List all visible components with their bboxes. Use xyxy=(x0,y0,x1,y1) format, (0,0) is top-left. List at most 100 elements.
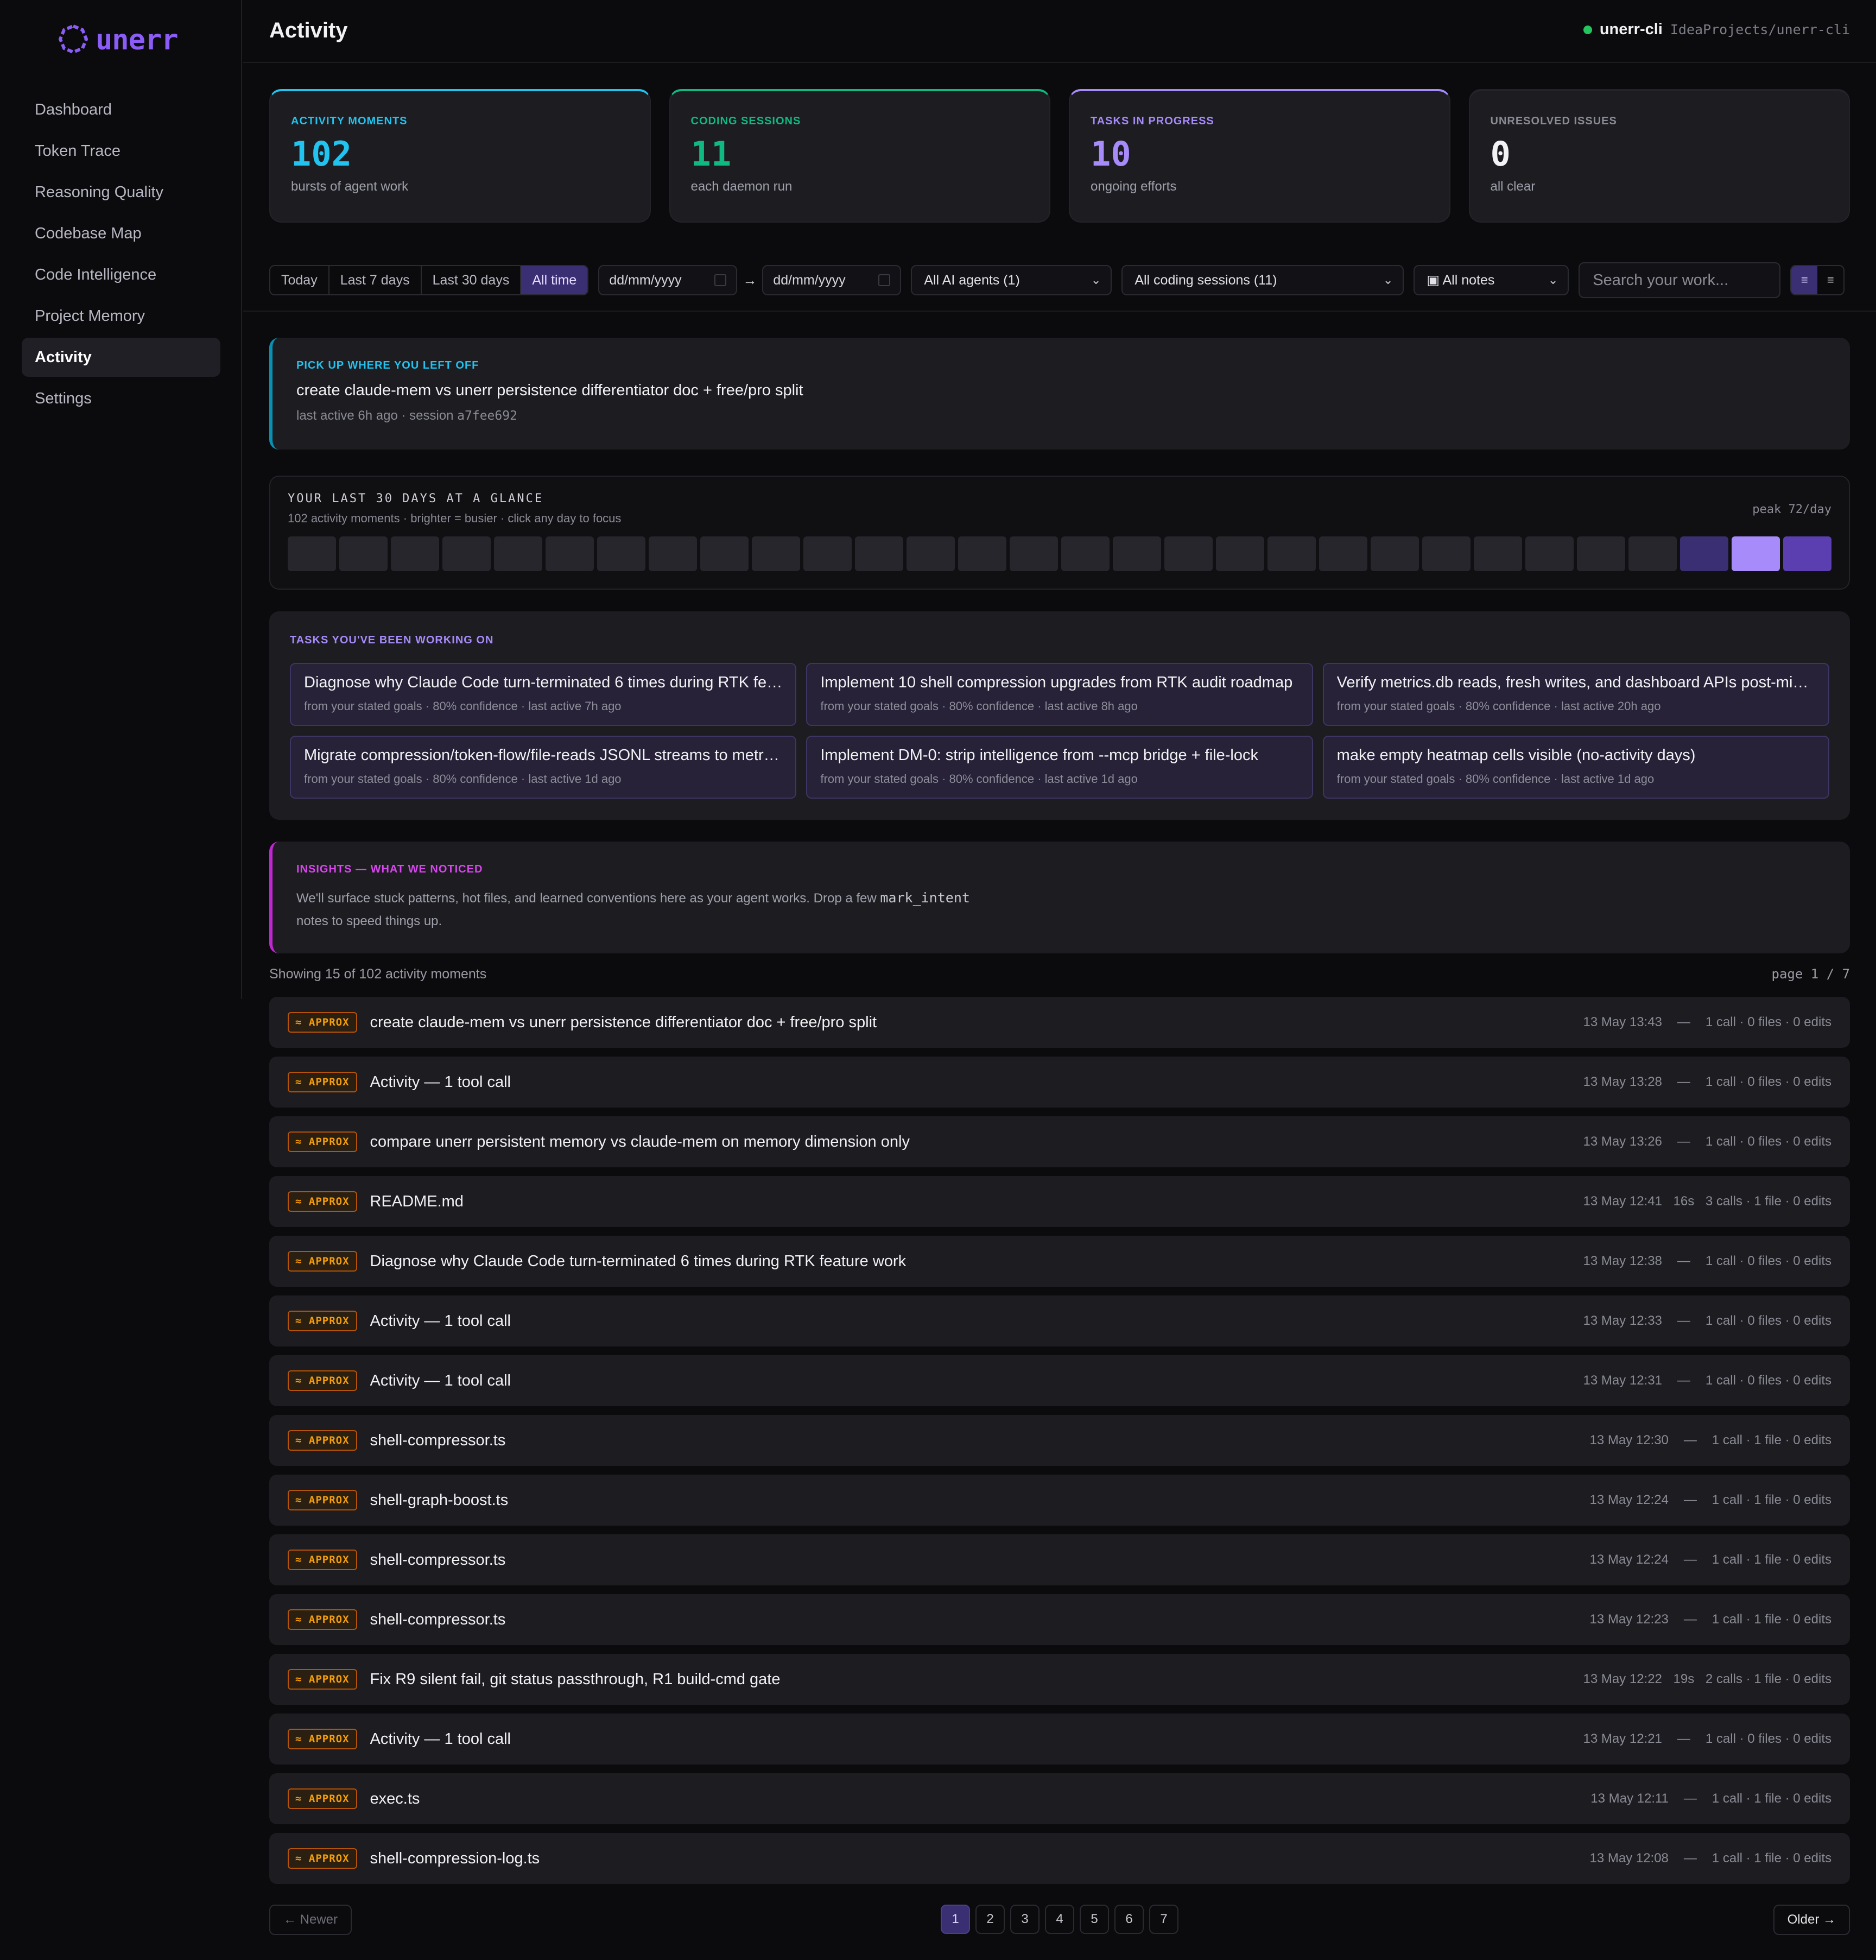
list-view-icon[interactable]: ≡ xyxy=(1791,266,1818,294)
sidebar-item-code-intelligence[interactable]: Code Intelligence xyxy=(22,255,220,294)
activity-row[interactable]: ≈ APPROX shell-compression-log.ts 13 May 1… xyxy=(269,1833,1850,1884)
sessions-select[interactable]: All coding sessions (11) ⌄ xyxy=(1121,265,1404,295)
range-all-time-button[interactable]: All time xyxy=(521,266,588,294)
sidebar-item-codebase-map[interactable]: Codebase Map xyxy=(22,214,220,253)
page-7-button[interactable]: 7 xyxy=(1149,1905,1178,1934)
activity-duration: — xyxy=(1677,1731,1690,1746)
heatmap-day-cell[interactable] xyxy=(442,536,491,571)
heatmap-day-cell[interactable] xyxy=(1061,536,1110,571)
task-card[interactable]: Migrate compression/token-flow/file-read… xyxy=(290,736,797,799)
heatmap-day-cell[interactable] xyxy=(1319,536,1367,571)
resume-card[interactable]: PICK UP WHERE YOU LEFT OFF create claude… xyxy=(269,338,1850,450)
page-5-button[interactable]: 5 xyxy=(1080,1905,1109,1934)
heatmap-day-cell[interactable] xyxy=(597,536,645,571)
heatmap-day-cell[interactable] xyxy=(1577,536,1625,571)
heatmap-day-cell[interactable] xyxy=(1628,536,1677,571)
heatmap-day-cell[interactable] xyxy=(803,536,852,571)
heatmap-day-cell[interactable] xyxy=(288,536,336,571)
calendar-icon[interactable] xyxy=(878,274,891,286)
task-card[interactable]: Diagnose why Claude Code turn-terminated… xyxy=(290,663,797,726)
task-card[interactable]: Implement DM-0: strip intelligence from … xyxy=(806,736,1313,799)
activity-title: shell-compressor.ts xyxy=(370,1610,506,1628)
heatmap-day-cell[interactable] xyxy=(1783,536,1831,571)
heatmap-day-cell[interactable] xyxy=(1113,536,1161,571)
task-card[interactable]: Implement 10 shell compression upgrades … xyxy=(806,663,1313,726)
date-from-input[interactable]: dd/mm/yyyy xyxy=(598,265,738,295)
project-indicator[interactable]: unerr-cli IdeaProjects/unerr-cli xyxy=(1583,21,1850,39)
activity-time: 13 May 12:11 xyxy=(1590,1791,1669,1806)
page-4-button[interactable]: 4 xyxy=(1045,1905,1074,1934)
range-last-30-days-button[interactable]: Last 30 days xyxy=(422,266,522,294)
activity-title: shell-compressor.ts xyxy=(370,1551,506,1569)
heatmap-day-cell[interactable] xyxy=(1010,536,1058,571)
older-button[interactable]: Older → xyxy=(1773,1905,1850,1935)
heatmap-day-cell[interactable] xyxy=(958,536,1006,571)
activity-stats: 2 calls · 1 file · 0 edits xyxy=(1705,1672,1831,1686)
sidebar-item-settings[interactable]: Settings xyxy=(22,379,220,418)
page-6-button[interactable]: 6 xyxy=(1114,1905,1144,1934)
heatmap-day-cell[interactable] xyxy=(1267,536,1316,571)
sidebar-item-activity[interactable]: Activity xyxy=(22,338,220,377)
sidebar-item-dashboard[interactable]: Dashboard xyxy=(22,90,220,129)
heatmap-day-cell[interactable] xyxy=(1216,536,1264,571)
approx-badge: ≈ APPROX xyxy=(288,1609,357,1630)
activity-row[interactable]: ≈ APPROX shell-graph-boost.ts 13 May 12:24… xyxy=(269,1475,1850,1526)
heatmap-day-cell[interactable] xyxy=(907,536,955,571)
activity-row[interactable]: ≈ APPROX Activity — 1 tool call 13 May 12:… xyxy=(269,1355,1850,1406)
stat-label: UNRESOLVED ISSUES xyxy=(1490,115,1617,127)
approx-badge: ≈ APPROX xyxy=(288,1251,357,1272)
activity-row[interactable]: ≈ APPROX Diagnose why Claude Code turn-te… xyxy=(269,1236,1850,1287)
heatmap-day-cell[interactable] xyxy=(700,536,749,571)
activity-row[interactable]: ≈ APPROX Activity — 1 tool call 13 May 13:… xyxy=(269,1057,1850,1108)
heatmap-day-cell[interactable] xyxy=(339,536,388,571)
task-card[interactable]: Verify metrics.db reads, fresh writes, a… xyxy=(1322,663,1829,726)
agents-select[interactable]: All AI agents (1) ⌄ xyxy=(911,265,1112,295)
search-placeholder: Search your work... xyxy=(1593,271,1729,289)
heatmap-day-cell[interactable] xyxy=(1525,536,1574,571)
activity-row[interactable]: ≈ APPROX shell-compressor.ts 13 May 12:24 —… xyxy=(269,1534,1850,1585)
heatmap-day-cell[interactable] xyxy=(391,536,439,571)
activity-row[interactable]: ≈ APPROX exec.ts 13 May 12:11 — 1 call · 1 f… xyxy=(269,1773,1850,1824)
activity-row[interactable]: ≈ APPROX Fix R9 silent fail, git status p… xyxy=(269,1654,1850,1705)
activity-row[interactable]: ≈ APPROX README.md 13 May 12:41 16s 3 calls … xyxy=(269,1176,1850,1227)
activity-time: 13 May 12:23 xyxy=(1589,1612,1669,1627)
compact-view-icon[interactable]: ≡ xyxy=(1817,266,1843,294)
calendar-icon[interactable] xyxy=(714,274,727,286)
activity-duration: — xyxy=(1677,1373,1690,1388)
sidebar-item-project-memory[interactable]: Project Memory xyxy=(22,296,220,336)
activity-duration: 16s xyxy=(1673,1194,1695,1209)
sidebar-item-token-trace[interactable]: Token Trace xyxy=(22,131,220,170)
heatmap-day-cell[interactable] xyxy=(855,536,903,571)
date-to-input[interactable]: dd/mm/yyyy xyxy=(762,265,902,295)
heatmap-day-cell[interactable] xyxy=(546,536,594,571)
page-3-button[interactable]: 3 xyxy=(1010,1905,1040,1934)
activity-row[interactable]: ≈ APPROX create claude-mem vs unerr persi… xyxy=(269,997,1850,1048)
sidebar-item-reasoning-quality[interactable]: Reasoning Quality xyxy=(22,173,220,212)
heatmap-day-cell[interactable] xyxy=(1164,536,1213,571)
activity-row[interactable]: ≈ APPROX shell-compressor.ts 13 May 12:23 —… xyxy=(269,1594,1850,1645)
activity-row[interactable]: ≈ APPROX Activity — 1 tool call 13 May 12:… xyxy=(269,1295,1850,1346)
activity-duration: — xyxy=(1683,1433,1697,1447)
brand-logo[interactable]: unerr xyxy=(58,24,179,56)
search-input[interactable]: Search your work... xyxy=(1579,262,1781,298)
heatmap-day-cell[interactable] xyxy=(1371,536,1419,571)
task-card[interactable]: make empty heatmap cells visible (no-act… xyxy=(1322,736,1829,799)
page-2-button[interactable]: 2 xyxy=(975,1905,1005,1934)
activity-time: 13 May 12:08 xyxy=(1589,1851,1669,1866)
heatmap-day-cell[interactable] xyxy=(752,536,800,571)
newer-button[interactable]: ← Newer xyxy=(269,1905,352,1935)
heatmap-day-cell[interactable] xyxy=(1474,536,1522,571)
activity-row[interactable]: ≈ APPROX compare unerr persistent memory … xyxy=(269,1116,1850,1167)
activity-row[interactable]: ≈ APPROX Activity — 1 tool call 13 May 12:… xyxy=(269,1714,1850,1765)
heatmap-day-cell[interactable] xyxy=(649,536,697,571)
notes-select[interactable]: ▣ All notes ⌄ xyxy=(1414,265,1569,295)
activity-row[interactable]: ≈ APPROX shell-compressor.ts 13 May 12:30 —… xyxy=(269,1415,1850,1466)
page-1-button[interactable]: 1 xyxy=(941,1905,970,1934)
heatmap-day-cell[interactable] xyxy=(1422,536,1471,571)
heatmap-day-cell[interactable] xyxy=(1732,536,1780,571)
range-last-7-days-button[interactable]: Last 7 days xyxy=(329,266,422,294)
heatmap-day-cell[interactable] xyxy=(1680,536,1728,571)
heatmap-day-cell[interactable] xyxy=(494,536,542,571)
task-meta: from your stated goals · 80% confidence … xyxy=(304,772,622,786)
range-today-button[interactable]: Today xyxy=(270,266,329,294)
